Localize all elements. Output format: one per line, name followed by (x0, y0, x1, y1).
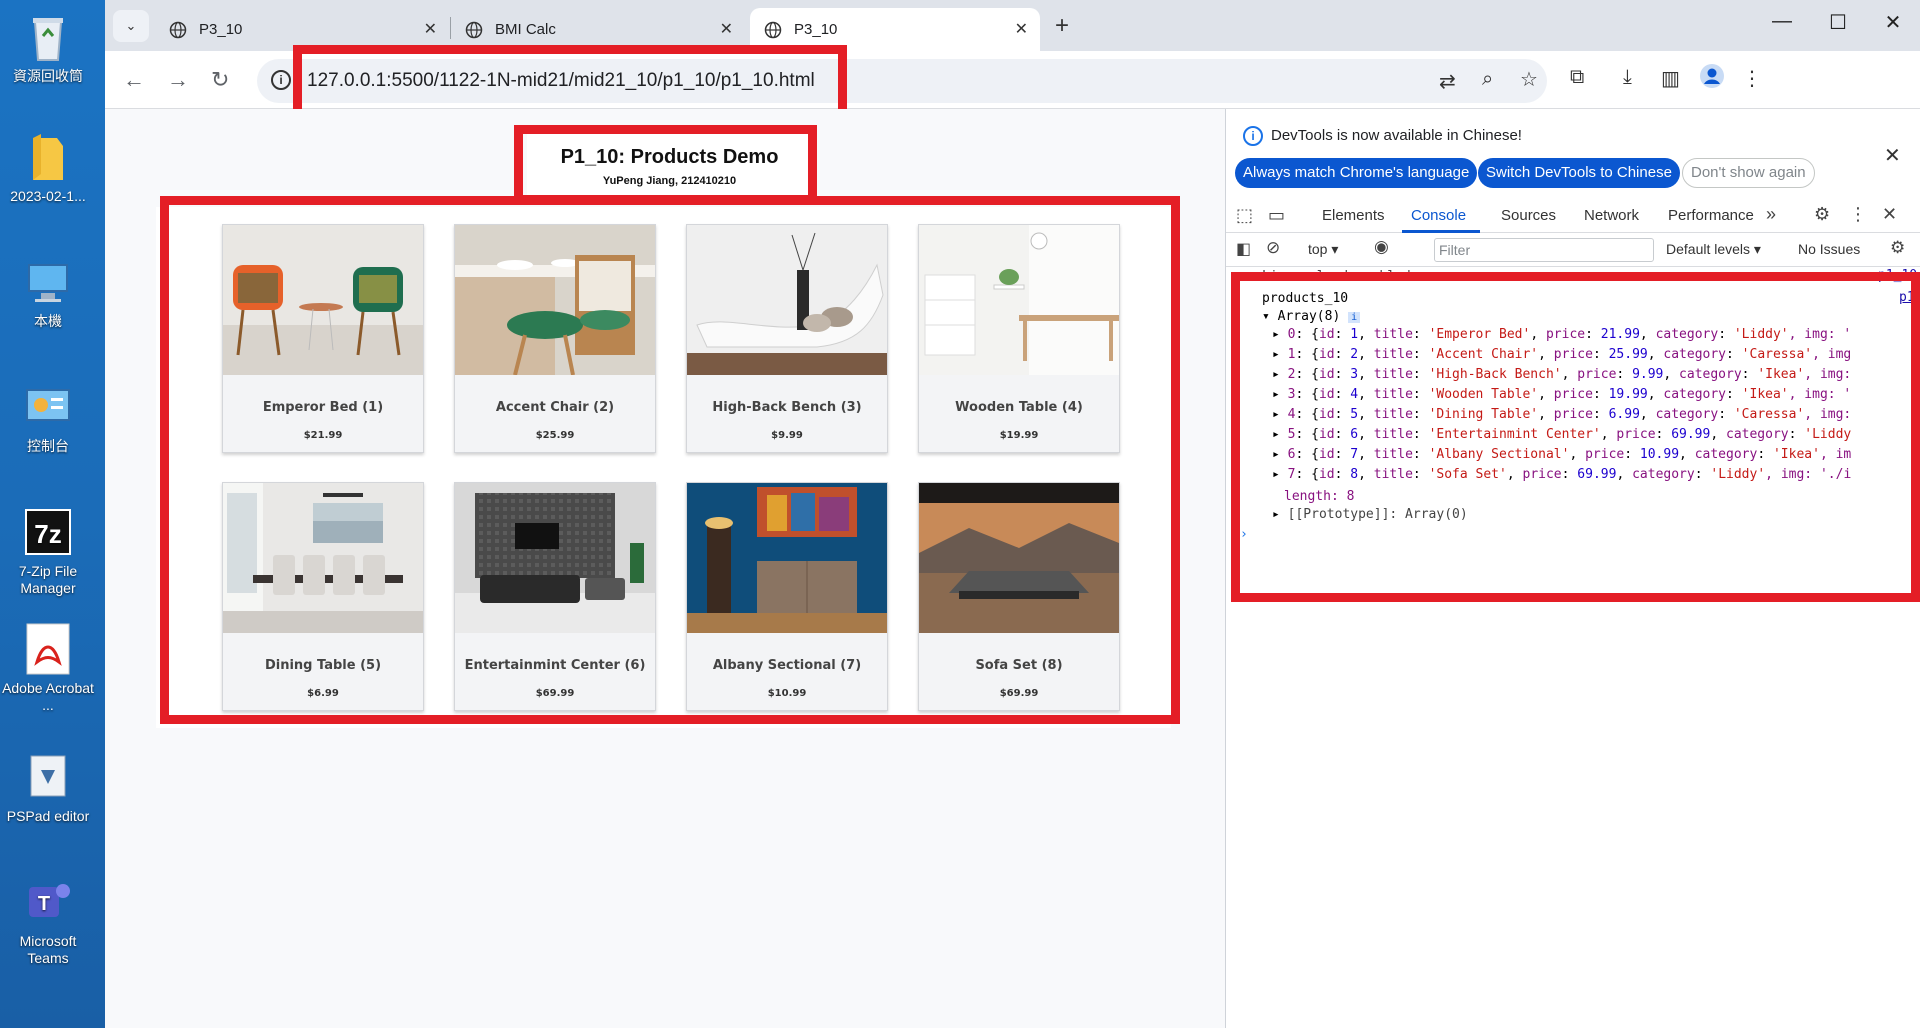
bookmark-star-icon[interactable]: ☆ (1520, 67, 1538, 92)
7zip-shortcut[interactable]: 7z 7-Zip File Manager (0, 505, 96, 597)
close-tab-icon[interactable]: ✕ (720, 19, 733, 39)
desktop-icon-label: PSPad editor (6, 808, 90, 824)
tab-title: P3_10 (199, 21, 243, 38)
computer-icon (21, 255, 75, 309)
translate-icon[interactable]: ⇄ (1439, 69, 1456, 94)
minimize-icon[interactable]: — (1759, 10, 1805, 33)
tab-title: P3_10 (794, 21, 838, 38)
teams-icon: T (21, 875, 75, 929)
this-pc-shortcut[interactable]: 本機 (0, 255, 96, 330)
pspad-icon (21, 750, 75, 804)
web-page: P1_10: Products Demo YuPeng Jiang, 21241… (105, 109, 1225, 1028)
tab-network[interactable]: Network (1584, 207, 1639, 224)
zoom-icon[interactable]: ⌕ (1482, 68, 1493, 91)
svg-text:7z: 7z (34, 519, 61, 549)
back-arrow-icon[interactable]: ← (123, 67, 145, 93)
forward-arrow-icon[interactable]: → (167, 67, 189, 93)
window-close-icon[interactable]: ✕ (1870, 10, 1916, 35)
globe-icon (764, 21, 782, 38)
context-value: top (1308, 241, 1328, 257)
extensions-icon[interactable]: ⧉ (1570, 66, 1584, 89)
more-tabs-icon[interactable]: » (1766, 204, 1776, 225)
globe-icon (169, 21, 187, 38)
console-settings-gear-icon[interactable]: ⚙ (1890, 238, 1905, 258)
live-expression-eye-icon[interactable]: ◉ (1374, 237, 1389, 257)
annotation-box-header (514, 125, 817, 204)
reload-icon[interactable]: ↻ (211, 67, 229, 93)
tab-title: BMI Calc (495, 21, 556, 38)
tab-sources[interactable]: Sources (1501, 207, 1556, 224)
download-icon[interactable]: ⤓ (1623, 66, 1632, 89)
new-tab-plus-icon[interactable]: + (1055, 12, 1069, 40)
tab-console[interactable]: Console (1411, 207, 1466, 224)
info-icon: i (1243, 126, 1263, 146)
control-panel-icon (21, 380, 75, 434)
pspad-shortcut[interactable]: PSPad editor (0, 750, 96, 825)
close-devtools-icon[interactable]: ✕ (1882, 204, 1897, 225)
context-selector[interactable]: top ▾ (1308, 241, 1338, 258)
tab-elements[interactable]: Elements (1322, 207, 1385, 224)
desktop-icon-label: 控制台 (27, 438, 69, 454)
browser-window: ⌄ P3_10 ✕ BMI Calc ✕ P3_10 ✕ + — ☐ ✕ ← →… (105, 0, 1920, 1028)
sidebar-toggle-icon[interactable]: ◧ (1236, 239, 1251, 259)
annotation-box-console (1231, 272, 1920, 602)
desktop-icon-label: 本機 (34, 313, 62, 329)
globe-icon (465, 21, 483, 38)
desktop-icon-label: 2023-02-1... (10, 188, 86, 204)
folder-shortcut[interactable]: 2023-02-1... (0, 130, 96, 205)
acrobat-shortcut[interactable]: Adobe Acrobat ... (0, 622, 96, 714)
desktop-icon-label: 資源回收筒 (13, 68, 83, 84)
inspect-element-icon[interactable]: ⬚ (1236, 205, 1253, 226)
folder-icon (21, 130, 75, 184)
console-toolbar: ◧ ⊘ top ▾ ◉ Filter Default levels ▾ No I… (1226, 234, 1920, 267)
settings-gear-icon[interactable]: ⚙ (1814, 204, 1830, 225)
clear-console-icon[interactable]: ⊘ (1266, 238, 1280, 258)
recycle-bin-icon (21, 10, 75, 64)
7zip-icon: 7z (21, 505, 75, 559)
tab-search-button[interactable]: ⌄ (113, 10, 149, 42)
log-levels-dropdown[interactable]: Default levels ▾ (1666, 241, 1761, 258)
annotation-box-product-grid (160, 196, 1180, 724)
desktop-icon-label: 7-Zip File Manager (18, 563, 78, 596)
tab-strip: ⌄ P3_10 ✕ BMI Calc ✕ P3_10 ✕ + — ☐ ✕ (105, 0, 1920, 51)
profile-avatar-icon[interactable] (1699, 63, 1725, 95)
devtools-language-banner: DevTools is now available in Chinese! (1271, 127, 1522, 144)
desktop: 資源回收筒 2023-02-1... 本機 控制台 7z 7-Zip File … (0, 0, 105, 1028)
log-levels-value: Default levels (1666, 241, 1751, 257)
tab-performance[interactable]: Performance (1668, 207, 1754, 224)
acrobat-icon (21, 622, 75, 676)
recycle-bin-shortcut[interactable]: 資源回收筒 (0, 10, 96, 85)
desktop-icon-label: Microsoft Teams (19, 933, 77, 966)
console-filter-input[interactable]: Filter (1434, 238, 1654, 262)
more-menu-icon[interactable]: ⋮ (1742, 66, 1762, 91)
banner-close-icon[interactable]: ✕ (1884, 143, 1901, 168)
devtools-menu-icon[interactable]: ⋮ (1849, 204, 1867, 225)
device-toolbar-icon[interactable]: ▭ (1268, 205, 1285, 226)
desktop-icon-label: Adobe Acrobat ... (2, 680, 94, 713)
dont-show-again-button[interactable]: Don't show again (1682, 158, 1815, 188)
site-info-icon[interactable]: i (271, 70, 291, 90)
active-tab-underline (1402, 230, 1480, 233)
control-panel-shortcut[interactable]: 控制台 (0, 380, 96, 455)
always-match-language-button[interactable]: Always match Chrome's language (1235, 158, 1478, 188)
maximize-icon[interactable]: ☐ (1815, 10, 1861, 35)
teams-shortcut[interactable]: T Microsoft Teams (0, 875, 96, 967)
chevron-down-icon: ⌄ (125, 18, 137, 33)
switch-devtools-chinese-button[interactable]: Switch DevTools to Chinese (1478, 158, 1680, 188)
side-panel-icon[interactable]: ▥ (1661, 66, 1680, 91)
devtools-tab-bar: ⬚ ▭ Elements Console Sources Network Per… (1226, 199, 1920, 233)
close-tab-icon[interactable]: ✕ (424, 19, 437, 39)
issues-counter[interactable]: No Issues (1798, 241, 1860, 257)
svg-text:T: T (38, 893, 50, 915)
close-tab-icon[interactable]: ✕ (1015, 19, 1028, 39)
